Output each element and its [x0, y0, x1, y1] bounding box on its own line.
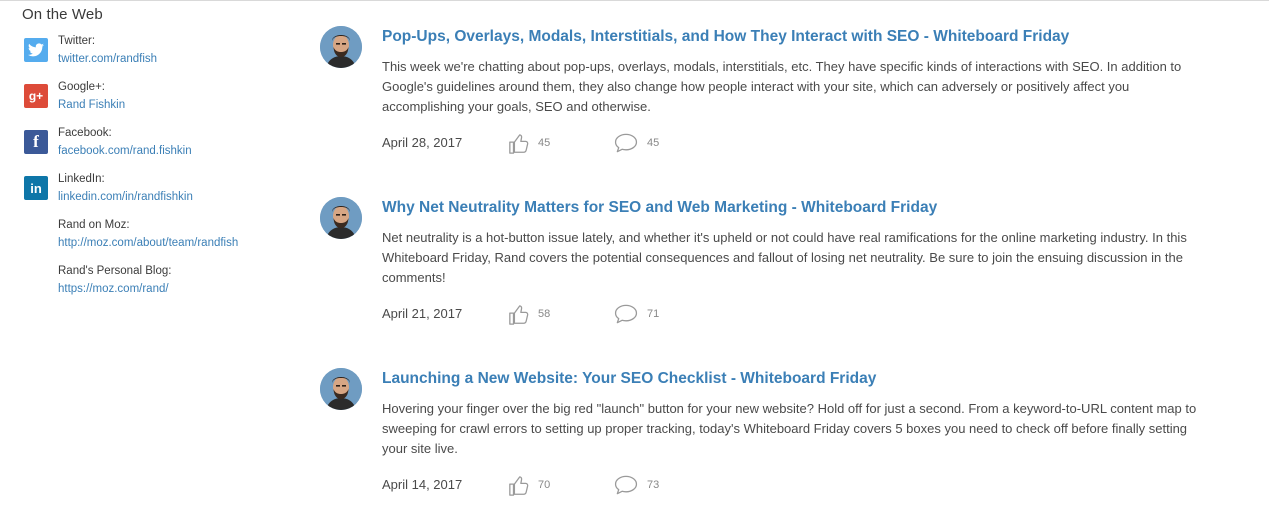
- on-the-web-sidebar: On the Web Twitter: twitter.com/randfish…: [22, 6, 302, 295]
- like-count: 45: [538, 137, 551, 149]
- facebook-label: Facebook:: [58, 127, 112, 139]
- post-date: April 14, 2017: [382, 477, 463, 492]
- moz-label: Rand on Moz:: [58, 219, 130, 231]
- linkedin-label: LinkedIn:: [58, 173, 105, 185]
- comment-count: 73: [647, 479, 660, 491]
- facebook-icon[interactable]: f: [24, 130, 48, 154]
- blog-link[interactable]: https://moz.com/rand/: [58, 283, 169, 295]
- comment-icon[interactable]: [614, 304, 638, 324]
- post-date: April 28, 2017: [382, 135, 463, 150]
- linkedin-icon[interactable]: in: [24, 176, 48, 200]
- like-count: 58: [538, 308, 551, 320]
- post-description: This week we're chatting about pop-ups, …: [382, 59, 1182, 114]
- post-title[interactable]: Why Net Neutrality Matters for SEO and W…: [382, 199, 937, 217]
- facebook-link[interactable]: facebook.com/rand.fishkin: [58, 145, 192, 157]
- author-avatar[interactable]: [320, 197, 362, 239]
- top-divider: [0, 0, 1269, 1]
- google-plus-icon[interactable]: g+: [24, 84, 48, 108]
- comment-icon[interactable]: [614, 133, 638, 153]
- moz-link[interactable]: http://moz.com/about/team/randfish: [58, 237, 238, 249]
- like-count: 70: [538, 479, 551, 491]
- author-avatar[interactable]: [320, 26, 362, 68]
- thumbs-up-icon[interactable]: [508, 133, 530, 155]
- thumbs-up-icon[interactable]: [508, 304, 530, 326]
- author-avatar[interactable]: [320, 368, 362, 410]
- comment-count: 71: [647, 308, 660, 320]
- blog-label: Rand's Personal Blog:: [58, 265, 172, 277]
- comment-icon[interactable]: [614, 475, 638, 495]
- comment-count: 45: [647, 137, 660, 149]
- thumbs-up-icon[interactable]: [508, 475, 530, 497]
- post-title[interactable]: Launching a New Website: Your SEO Checkl…: [382, 370, 876, 388]
- sidebar-heading: On the Web: [22, 6, 103, 23]
- post-description: Hovering your finger over the big red "l…: [382, 401, 1197, 456]
- twitter-label: Twitter:: [58, 35, 96, 47]
- google-plus-link[interactable]: Rand Fishkin: [58, 99, 125, 111]
- post-description: Net neutrality is a hot-button issue lat…: [382, 230, 1187, 285]
- post-date: April 21, 2017: [382, 306, 463, 321]
- post-title[interactable]: Pop-Ups, Overlays, Modals, Interstitials…: [382, 28, 1069, 46]
- twitter-icon[interactable]: [24, 38, 48, 62]
- google-plus-label: Google+:: [58, 81, 105, 93]
- linkedin-link[interactable]: linkedin.com/in/randfishkin: [58, 191, 193, 203]
- twitter-link[interactable]: twitter.com/randfish: [58, 53, 157, 65]
